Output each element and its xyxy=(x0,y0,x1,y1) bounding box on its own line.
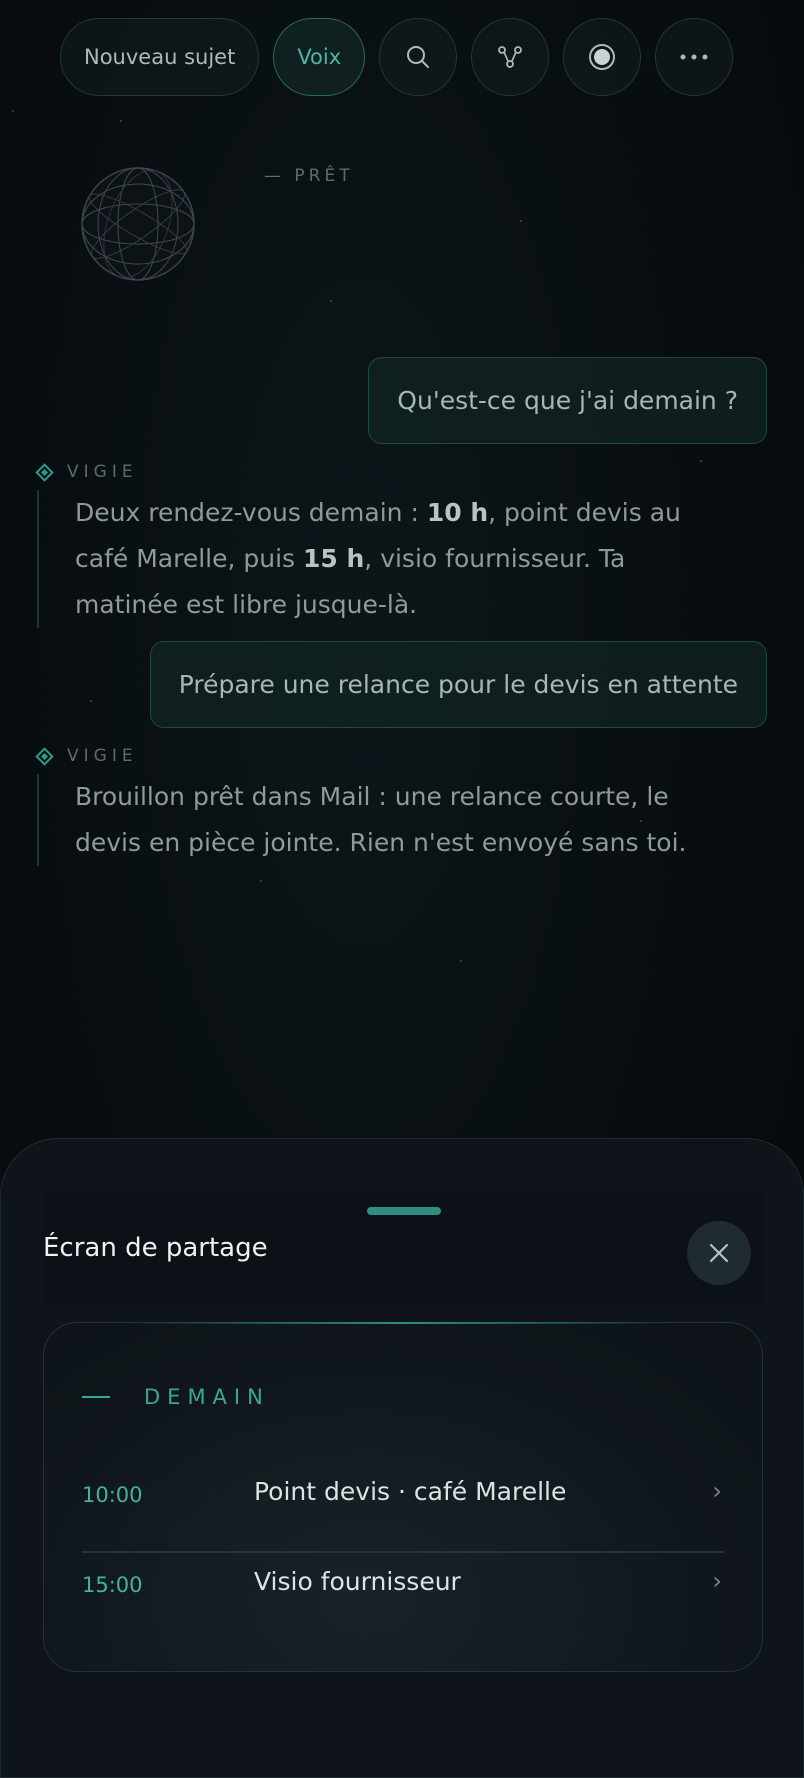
sheet-header: Écran de partage xyxy=(43,1193,763,1305)
share-graph-icon xyxy=(498,46,523,68)
assistant-name-label: VIGIE xyxy=(67,462,138,482)
assistant-name: VIGIE xyxy=(35,746,138,766)
message-time-highlight: 10 h xyxy=(426,498,489,527)
assistant-name-label: VIGIE xyxy=(67,746,138,766)
new-topic-button[interactable]: Nouveau sujet xyxy=(60,18,260,96)
event-row[interactable]: 15:00 Visio fournisseur › xyxy=(82,1547,724,1621)
message-text: Deux rendez-vous demain : xyxy=(75,498,427,527)
close-button[interactable] xyxy=(687,1221,751,1285)
search-icon xyxy=(407,46,430,68)
event-title: Point devis · café Marelle xyxy=(254,1477,567,1506)
status-indicator: — PRÊT xyxy=(264,166,354,186)
user-message: Prépare une relance pour le devis en att… xyxy=(149,641,767,728)
top-toolbar: Nouveau sujet Voix xyxy=(60,18,734,98)
assistant-diamond-icon xyxy=(35,746,54,766)
assistant-message: Deux rendez-vous demain : 10 h, point de… xyxy=(37,490,735,628)
record-button[interactable] xyxy=(563,18,642,96)
sheet-title: Écran de partage xyxy=(43,1233,268,1263)
assistant-message: Brouillon prêt dans Mail : une relance c… xyxy=(37,774,735,866)
event-time: 15:00 xyxy=(82,1573,143,1597)
search-button[interactable] xyxy=(379,18,458,96)
assistant-orb xyxy=(81,167,195,281)
sheet-drag-handle[interactable] xyxy=(367,1207,441,1215)
chevron-right-icon: › xyxy=(712,1567,722,1595)
more-icon xyxy=(680,54,708,60)
section-header: DEMAIN xyxy=(82,1385,270,1409)
event-title: Visio fournisseur xyxy=(254,1567,461,1596)
record-icon xyxy=(589,44,616,70)
event-time: 10:00 xyxy=(82,1483,143,1507)
user-message: Qu'est-ce que j'ai demain ? xyxy=(368,357,767,444)
assistant-name: VIGIE xyxy=(35,462,138,482)
card-glow xyxy=(134,1322,672,1324)
message-time-highlight: 15 h xyxy=(303,544,365,573)
agenda-card: DEMAIN 10:00 Point devis · café Marelle … xyxy=(43,1322,763,1672)
more-button[interactable] xyxy=(655,18,734,96)
share-sheet: Écran de partage DEMAIN 10:00 Point devi… xyxy=(0,1138,804,1778)
chevron-right-icon: › xyxy=(712,1477,722,1505)
section-label: DEMAIN xyxy=(144,1385,270,1409)
voice-button[interactable]: Voix xyxy=(273,18,366,96)
event-row[interactable]: 10:00 Point devis · café Marelle › xyxy=(82,1457,724,1531)
section-dash xyxy=(82,1396,110,1398)
share-graph-button[interactable] xyxy=(471,18,550,96)
assistant-diamond-icon xyxy=(35,462,54,482)
close-icon xyxy=(709,1243,729,1263)
